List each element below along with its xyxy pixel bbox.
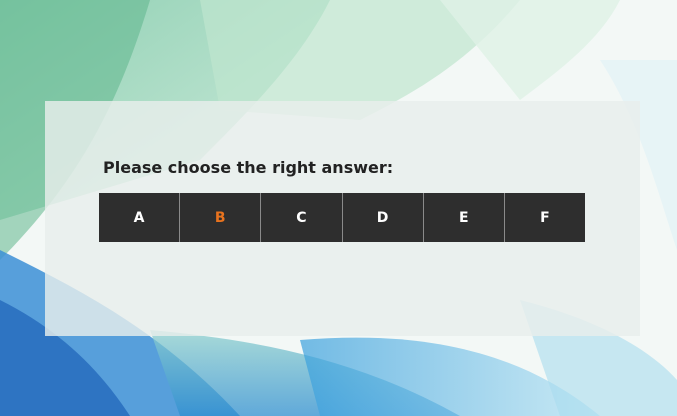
option-b-button[interactable]: B bbox=[180, 193, 262, 242]
quiz-slide: Please choose the right answer: A B C D … bbox=[0, 0, 677, 416]
option-d-button[interactable]: D bbox=[342, 193, 424, 242]
option-f-button[interactable]: F bbox=[504, 193, 586, 242]
question-prompt: Please choose the right answer: bbox=[103, 158, 394, 177]
option-c-button[interactable]: C bbox=[261, 193, 343, 242]
option-a-button[interactable]: A bbox=[99, 193, 181, 242]
option-e-button[interactable]: E bbox=[423, 193, 505, 242]
question-panel: Please choose the right answer: A B C D … bbox=[45, 101, 640, 336]
answer-options: A B C D E F bbox=[99, 193, 586, 242]
